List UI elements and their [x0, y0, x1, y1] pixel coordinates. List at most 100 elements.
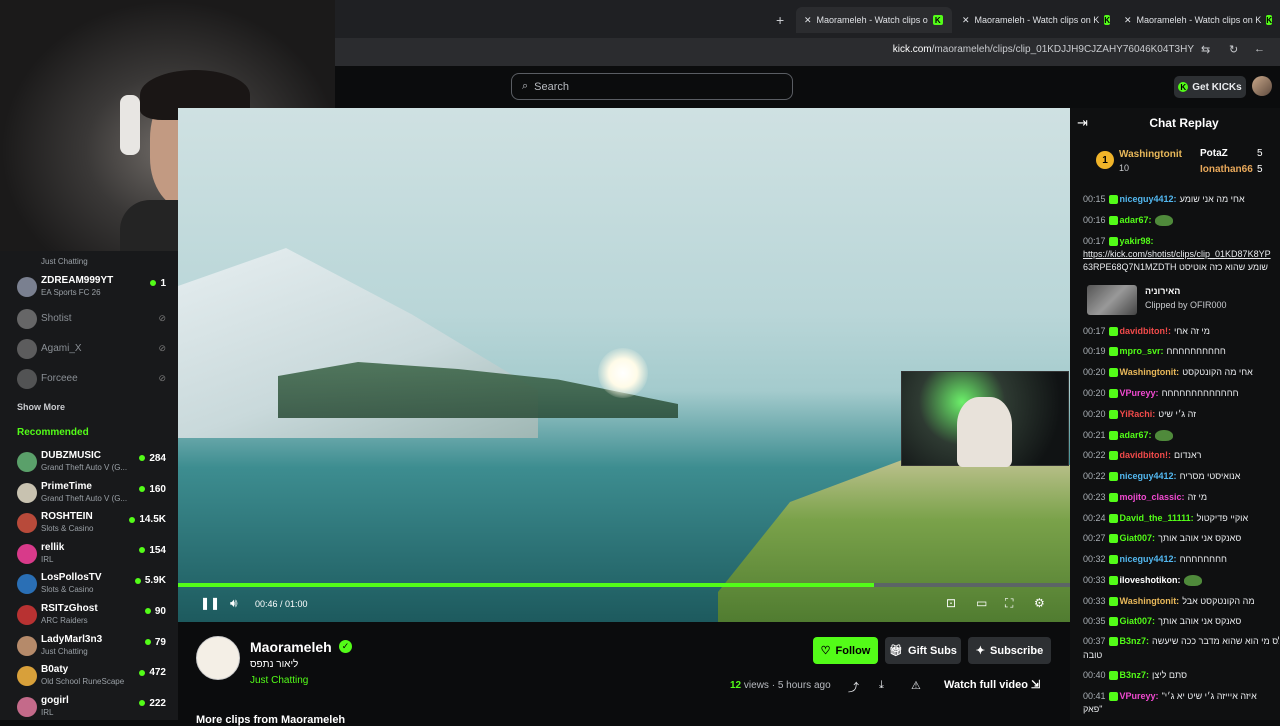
- kick-logo-icon: K: [1266, 15, 1273, 25]
- close-icon[interactable]: ✕: [962, 15, 970, 26]
- emote-icon: [1154, 430, 1173, 442]
- chat-username[interactable]: YiRachi:: [1120, 409, 1156, 419]
- sidebar-item-recommended[interactable]: LadyMarl3n3 Just Chatting 79: [0, 632, 178, 662]
- theater-mode-icon[interactable]: ▭: [976, 596, 987, 610]
- channel-category[interactable]: Just Chatting: [250, 675, 308, 686]
- chat-text: ראנדום: [1174, 450, 1202, 460]
- url-text[interactable]: kick.com/maorameleh/clips/clip_01KDJJH9C…: [893, 44, 1194, 55]
- share-icon[interactable]: ⤴: [848, 679, 859, 695]
- chat-timestamp: 00:33: [1083, 596, 1106, 606]
- close-icon[interactable]: ✕: [804, 15, 812, 26]
- chat-username[interactable]: niceguy4412:: [1120, 194, 1177, 204]
- chat-username[interactable]: mpro_svr:: [1120, 346, 1164, 356]
- chat-username[interactable]: adar67:: [1120, 430, 1152, 440]
- chat-username[interactable]: B3nz7:: [1120, 636, 1150, 646]
- avatar: [17, 605, 37, 625]
- fullscreen-icon[interactable]: ⛶: [1005, 596, 1013, 611]
- download-icon[interactable]: ⤓: [879, 679, 884, 692]
- viewer-count: 472: [139, 667, 166, 678]
- sub-badge-icon: [1108, 514, 1118, 524]
- chat-username[interactable]: VPureyy:: [1120, 691, 1159, 701]
- chat-username[interactable]: adar67:: [1120, 215, 1152, 225]
- leaderboard-second-name[interactable]: PotaZ: [1200, 148, 1228, 159]
- warning-icon[interactable]: ⚠: [911, 679, 921, 692]
- close-icon[interactable]: ✕: [1124, 15, 1132, 26]
- leaderboard-third-name[interactable]: Ionathan66: [1200, 164, 1253, 175]
- back-icon[interactable]: ←: [1254, 43, 1265, 55]
- sidebar-item-name: RSITzGhost: [41, 603, 98, 614]
- show-more-link[interactable]: Show More: [17, 402, 65, 412]
- chat-username[interactable]: David_the_11111:: [1120, 513, 1194, 523]
- new-tab-button[interactable]: +: [776, 12, 784, 28]
- chat-text: 63RPE68Q7N1MZDTH שומע שהוא כזה אוטיסט: [1083, 262, 1268, 272]
- volume-icon[interactable]: 🔊︎: [230, 596, 238, 611]
- get-kicks-button[interactable]: K Get KICKs: [1174, 76, 1246, 98]
- sidebar-item-agami-x[interactable]: Agami_X ⊘: [0, 335, 178, 365]
- recommended-heading: Recommended: [17, 427, 89, 438]
- chat-timestamp: 00:37: [1083, 636, 1106, 646]
- sidebar-item-recommended[interactable]: ROSHTEIN Slots & Casino 14.5K: [0, 509, 178, 539]
- channel-avatar[interactable]: [196, 636, 240, 680]
- tune-icon[interactable]: ⇆: [1201, 43, 1210, 56]
- pause-icon[interactable]: ❚❚: [200, 596, 220, 610]
- sidebar-item-name: ROSHTEIN: [41, 511, 93, 523]
- browser-tab[interactable]: ✕ Maorameleh - Watch clips on K K: [1116, 7, 1280, 33]
- clip-card-thumbnail[interactable]: [1087, 285, 1137, 315]
- sidebar-item-name: B0aty: [41, 664, 69, 676]
- sidebar-item-recommended[interactable]: LosPollosTV Slots & Casino 5.9K: [0, 570, 178, 600]
- sidebar-item-recommended[interactable]: PrimeTime Grand Theft Auto V (G... 160: [0, 479, 178, 509]
- chat-text[interactable]: https://kick.com/shotist/clips/clip_01KD…: [1083, 249, 1271, 259]
- follow-button[interactable]: ♡ Follow: [813, 637, 878, 664]
- chat-username[interactable]: iloveshotikon:: [1120, 575, 1181, 585]
- reload-icon[interactable]: ↻: [1229, 43, 1238, 56]
- clip-icon[interactable]: ⊡: [946, 596, 956, 610]
- clip-card-title[interactable]: האירוניה: [1145, 286, 1180, 296]
- gift-subs-button[interactable]: 🎁︎ Gift Subs: [885, 637, 961, 664]
- sidebar-item-zdream999yt[interactable]: ZDREAM999YT EA Sports FC 26 1: [0, 273, 178, 303]
- sidebar-item-shotist[interactable]: Shotist ⊘: [0, 305, 178, 335]
- video-player[interactable]: [178, 108, 1070, 622]
- subscribe-button[interactable]: ✦ Subscribe: [968, 637, 1051, 664]
- avatar: [17, 513, 37, 534]
- viewer-count: 160: [139, 484, 166, 495]
- time-ago: 5 hours ago: [777, 680, 831, 691]
- chat-username[interactable]: yakir98:: [1120, 236, 1154, 246]
- search-input[interactable]: ⌕ Search: [511, 73, 793, 100]
- sidebar-item-category: IRL: [41, 707, 54, 717]
- chat-username[interactable]: Giat007:: [1120, 533, 1156, 543]
- chat-username[interactable]: Washingtonit:: [1120, 596, 1180, 606]
- chat-username[interactable]: mojito_classic:: [1120, 492, 1185, 502]
- chat-username[interactable]: Washingtonit:: [1120, 367, 1180, 377]
- chat-username[interactable]: davidbiton!:: [1120, 326, 1172, 336]
- chat-username[interactable]: niceguy4412:: [1120, 554, 1177, 564]
- sidebar-item-recommended[interactable]: gogirl IRL 222: [0, 693, 178, 723]
- sidebar-item-recommended[interactable]: DUBZMUSIC Grand Theft Auto V (G... 284: [0, 448, 178, 478]
- sidebar-item-name: rellik: [41, 541, 65, 553]
- user-avatar[interactable]: [1252, 76, 1272, 96]
- leaderboard-first-count: 10: [1119, 163, 1130, 173]
- chat-username[interactable]: Giat007:: [1120, 616, 1156, 626]
- channel-name[interactable]: Maorameleh: [250, 639, 332, 655]
- avatar: [17, 482, 37, 503]
- chat-text: "איזה איייזה ג׳י שיט יא ג׳י: [1161, 691, 1257, 701]
- watch-full-video-button[interactable]: Watch full video ⇲: [944, 678, 1040, 691]
- clip-card-clipped-by: Clipped by OFIR000: [1145, 300, 1227, 310]
- browser-tab[interactable]: ✕ Maorameleh - Watch clips on K K: [954, 7, 1114, 33]
- chat-username[interactable]: B3nz7:: [1120, 670, 1150, 680]
- sidebar-item-recommended[interactable]: B0aty Old School RuneScape 472: [0, 662, 178, 692]
- sub-badge-icon: [1108, 534, 1118, 544]
- pip-person: [957, 397, 1012, 467]
- sidebar-item-name: LadyMarl3n3: [41, 633, 103, 645]
- leaderboard-first-name[interactable]: Washingtonit: [1119, 149, 1182, 160]
- settings-icon[interactable]: ⚙: [1034, 596, 1045, 610]
- chat-username[interactable]: VPureyy:: [1120, 388, 1159, 398]
- viewer-count: 154: [139, 545, 166, 556]
- sidebar-item-recommended[interactable]: rellik IRL 154: [0, 540, 178, 570]
- sidebar-item-recommended[interactable]: RSITzGhost ARC Raiders 90: [0, 601, 178, 631]
- chat-username[interactable]: davidbiton!:: [1120, 450, 1172, 460]
- browser-tab-active[interactable]: ✕ Maorameleh - Watch clips o K: [796, 7, 952, 33]
- chat-timestamp: 00:27: [1083, 533, 1106, 543]
- sidebar-item-forceee[interactable]: Forceee ⊘: [0, 365, 178, 395]
- chat-username[interactable]: niceguy4412:: [1120, 471, 1177, 481]
- sub-badge-icon: [1108, 472, 1118, 482]
